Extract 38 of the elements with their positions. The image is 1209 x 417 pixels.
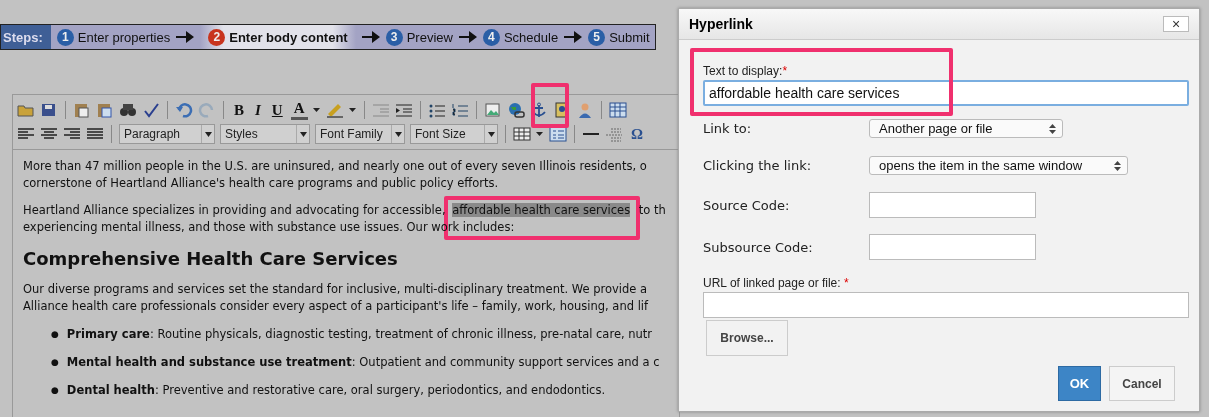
format-dropdown[interactable]: Font Family (315, 124, 405, 144)
format-button[interactable]: I (252, 101, 264, 119)
field-label: URL of linked page or file: * (703, 276, 850, 290)
link-to-dropdown[interactable]: Another page or file (869, 119, 1063, 138)
step-item[interactable]: 5 Submit (588, 28, 650, 46)
format-dropdown[interactable]: Paragraph (119, 124, 215, 144)
field-label: Text to display:* (703, 64, 789, 78)
font-color-button[interactable]: A (290, 100, 308, 120)
field-label: Link to: (703, 121, 753, 136)
text-to-display-field[interactable]: affordable health care services (703, 80, 1189, 106)
bullet-marker: ● (51, 384, 59, 397)
bullet-marker: ● (51, 328, 59, 341)
browse-button[interactable]: Browse... (706, 320, 788, 356)
ok-button[interactable]: OK (1058, 366, 1101, 401)
bullet-item: Primary care: Routine physicals, diagnostic testing, treatment of chronic illness, pre-natal care, nutr (66, 326, 653, 343)
cancel-button[interactable]: Cancel (1109, 366, 1175, 401)
step-item[interactable]: 2 Enter body content (200, 25, 356, 49)
field-label: Source Code: (703, 197, 791, 213)
dialog-title: Hyperlink (689, 16, 753, 32)
section-heading: Comprehensive Health Care Services (23, 248, 399, 269)
format-dropdown[interactable]: Styles (220, 124, 310, 144)
step-item[interactable]: 4 Schedule (482, 28, 559, 46)
bullet-item: Mental health and substance use treatment: Outpatient and community support services and a c (66, 354, 660, 371)
paragraph: More than 47 million people in the U.S. are uninsured, and nearly one out of every seven Illinois residents, o cornerstone of Heartland Alliance's health care programs and public policy efforts. (23, 158, 648, 192)
format-button[interactable]: B (231, 101, 247, 119)
link-target-dropdown[interactable]: opens the item in the same window (869, 156, 1128, 175)
paragraph: Our diverse programs and services set the standard for inclusive, multi-disciplinary treatment. We provide a Alliance health care professionals consider every aspect of a participant's life – family, work, housing, and lif (23, 281, 650, 315)
steps-title: Steps: (1, 25, 51, 49)
close-button[interactable]: × (1163, 16, 1189, 32)
field-label: Subsource Code: (703, 239, 814, 255)
special-character-button[interactable]: Ω (628, 125, 646, 143)
step-item[interactable]: 1 Enter properties (56, 28, 171, 46)
format-button[interactable]: U (268, 101, 286, 119)
format-dropdown[interactable]: Font Size (410, 124, 498, 144)
field-label: Clicking the link: (703, 158, 813, 173)
bullet-item: Dental health: Preventive and restorative care, oral surgery, periodontics, and endodontics. (66, 382, 606, 399)
step-item[interactable]: 3 Preview (385, 28, 453, 46)
bullet-marker: ● (51, 356, 59, 369)
